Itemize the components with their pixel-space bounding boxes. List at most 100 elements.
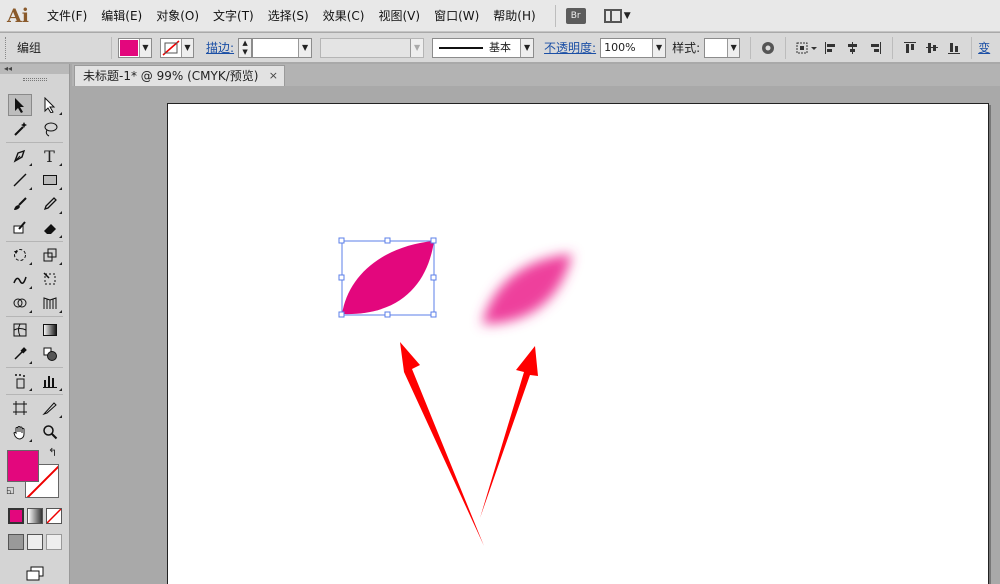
menu-help[interactable]: 帮助(H) bbox=[486, 0, 542, 32]
align-bottom-icon bbox=[948, 42, 961, 54]
chevron-down-icon: ▼ bbox=[181, 38, 193, 57]
style-swatch bbox=[706, 39, 727, 56]
warp-tool[interactable] bbox=[8, 268, 32, 290]
lasso-tool[interactable] bbox=[38, 118, 62, 140]
bridge-button[interactable]: Br bbox=[565, 7, 586, 24]
symbol-sprayer-tool[interactable] bbox=[8, 370, 32, 392]
magnifier-icon bbox=[42, 425, 57, 440]
menu-effect[interactable]: 效果(C) bbox=[316, 0, 372, 32]
draw-behind-button[interactable] bbox=[26, 534, 43, 550]
menu-type[interactable]: 文字(T) bbox=[206, 0, 261, 32]
lasso-icon bbox=[44, 122, 57, 137]
mesh-tool[interactable] bbox=[8, 319, 32, 341]
change-screen-mode-button[interactable] bbox=[23, 563, 47, 584]
draw-inside-button[interactable] bbox=[45, 534, 62, 550]
selection-handle[interactable] bbox=[338, 274, 345, 281]
chevron-down-icon: ▼ bbox=[298, 38, 312, 57]
graphic-style-dropdown[interactable]: ▼ bbox=[704, 37, 741, 58]
selection-handle[interactable] bbox=[430, 237, 437, 244]
pencil-tool[interactable] bbox=[38, 193, 62, 215]
column-graph-tool[interactable] bbox=[38, 370, 62, 392]
fill-color-box[interactable] bbox=[7, 450, 39, 482]
panel-grip[interactable] bbox=[5, 36, 9, 59]
align-left-button[interactable] bbox=[820, 37, 842, 59]
align-right-button[interactable] bbox=[864, 37, 886, 59]
align-right-icon bbox=[871, 41, 882, 54]
fill-color-dropdown[interactable]: ▼ bbox=[118, 37, 152, 58]
separator bbox=[750, 36, 752, 59]
color-button[interactable] bbox=[7, 508, 24, 524]
slice-tool[interactable] bbox=[38, 397, 62, 419]
line-segment-tool[interactable] bbox=[8, 169, 32, 191]
recolor-artwork-button[interactable] bbox=[757, 37, 779, 59]
none-button[interactable] bbox=[45, 508, 62, 524]
align-to-button[interactable] bbox=[792, 37, 820, 59]
menu-view[interactable]: 视图(V) bbox=[371, 0, 427, 32]
tool-row bbox=[0, 192, 69, 216]
chevron-down-icon: ▼ bbox=[139, 38, 151, 57]
hand-icon bbox=[12, 426, 24, 440]
free-transform-tool[interactable] bbox=[38, 268, 62, 290]
eraser-tool[interactable] bbox=[38, 217, 62, 239]
default-fill-stroke-icon[interactable]: ◱ bbox=[6, 486, 15, 496]
arrange-documents-button[interactable]: ▼ bbox=[603, 8, 631, 23]
brush-definition-dropdown[interactable]: 基本 ▼ bbox=[432, 37, 535, 58]
menu-object[interactable]: 对象(O) bbox=[149, 0, 206, 32]
eyedropper-tool[interactable] bbox=[8, 343, 32, 365]
artboard-tool[interactable] bbox=[8, 397, 32, 419]
rectangle-tool[interactable] bbox=[38, 169, 62, 191]
chevron-down-icon: ▼ bbox=[727, 38, 740, 57]
type-tool[interactable]: T bbox=[38, 145, 62, 167]
zoom-tool[interactable] bbox=[38, 421, 62, 443]
red-arrow-left bbox=[400, 342, 484, 546]
selection-handle[interactable] bbox=[384, 237, 391, 244]
perspective-grid-tool[interactable] bbox=[38, 292, 62, 314]
document-tab[interactable]: 未标题-1* @ 99% (CMYK/预览) × bbox=[74, 65, 285, 86]
blurred-leaf-shape[interactable] bbox=[482, 254, 572, 324]
align-top-button[interactable] bbox=[899, 37, 921, 59]
align-middle-button[interactable] bbox=[921, 37, 943, 59]
draw-normal-button[interactable] bbox=[7, 534, 24, 550]
gradient-button[interactable] bbox=[26, 508, 43, 524]
shape-builder-tool[interactable] bbox=[8, 292, 32, 314]
align-bottom-button[interactable] bbox=[943, 37, 965, 59]
selection-tool[interactable] bbox=[7, 94, 32, 116]
leaf-shape[interactable] bbox=[342, 241, 434, 315]
blob-brush-tool[interactable] bbox=[8, 217, 32, 239]
chevron-down-icon: ▼ bbox=[410, 38, 424, 57]
selection-handle[interactable] bbox=[338, 311, 345, 318]
menu-edit[interactable]: 编辑(E) bbox=[94, 0, 149, 32]
scale-tool[interactable] bbox=[38, 244, 62, 266]
pen-tool[interactable] bbox=[8, 145, 32, 167]
type-t-icon: T bbox=[44, 146, 55, 166]
opacity-field[interactable]: 100% ▼ bbox=[600, 37, 667, 58]
gradient-tool[interactable] bbox=[38, 319, 62, 341]
selection-handle[interactable] bbox=[430, 311, 437, 318]
opacity-link[interactable]: 不透明度: bbox=[544, 39, 596, 56]
tool-row bbox=[0, 117, 69, 141]
menu-select[interactable]: 选择(S) bbox=[261, 0, 316, 32]
paintbrush-tool[interactable] bbox=[8, 193, 32, 215]
menu-file[interactable]: 文件(F) bbox=[40, 0, 94, 32]
direct-selection-tool[interactable] bbox=[38, 94, 62, 116]
stroke-link[interactable]: 描边: bbox=[206, 39, 234, 56]
close-icon[interactable]: × bbox=[269, 66, 278, 86]
tool-row bbox=[0, 168, 69, 192]
selection-handle[interactable] bbox=[430, 274, 437, 281]
canvas-area[interactable] bbox=[72, 86, 1000, 584]
align-center-button[interactable] bbox=[842, 37, 864, 59]
stroke-weight-field[interactable]: ▼ bbox=[252, 37, 313, 58]
collapse-panel-button[interactable]: ◂◂ bbox=[0, 64, 69, 74]
rotate-tool[interactable] bbox=[8, 244, 32, 266]
menu-window[interactable]: 窗口(W) bbox=[427, 0, 486, 32]
hand-tool[interactable] bbox=[8, 421, 32, 443]
swap-fill-stroke-icon[interactable]: ↰ bbox=[48, 446, 57, 459]
transform-link[interactable]: 变 bbox=[978, 39, 990, 56]
blend-tool[interactable] bbox=[38, 343, 62, 365]
selection-handle[interactable] bbox=[384, 311, 391, 318]
magic-wand-tool[interactable] bbox=[8, 118, 32, 140]
selection-handle[interactable] bbox=[338, 237, 345, 244]
tool-row bbox=[0, 369, 69, 393]
stroke-weight-stepper[interactable]: ▲ ▼ bbox=[238, 37, 253, 58]
stroke-color-dropdown[interactable]: ▼ bbox=[160, 37, 194, 58]
